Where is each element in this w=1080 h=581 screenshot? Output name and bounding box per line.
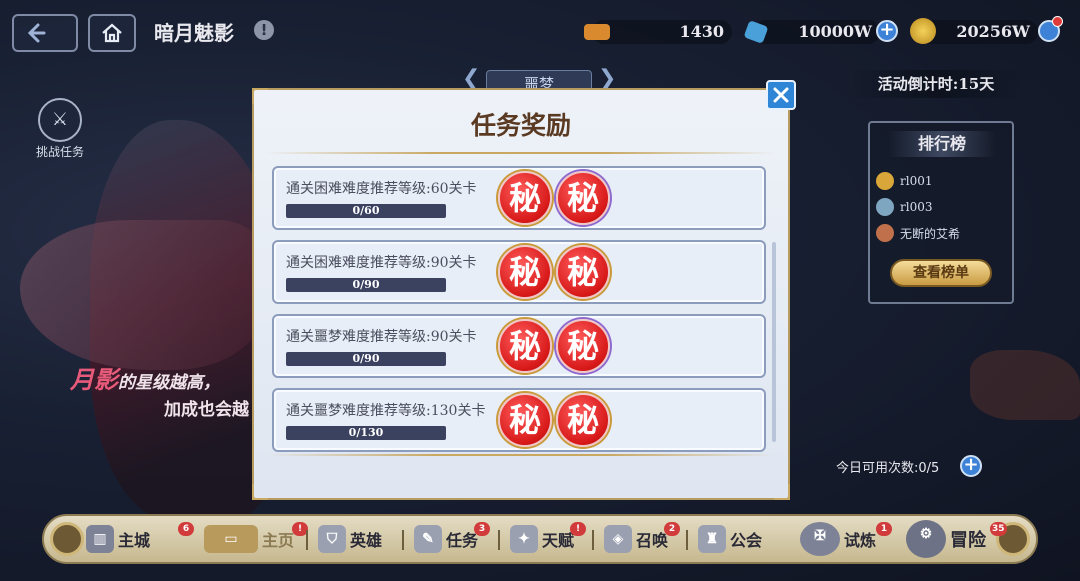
reward-item[interactable]: 秘 bbox=[556, 245, 610, 299]
reward-item[interactable]: 秘 bbox=[556, 319, 610, 373]
task-list-scrollbar[interactable] bbox=[772, 242, 776, 442]
reward-item[interactable]: 秘 bbox=[556, 393, 610, 447]
reward-item[interactable]: 秘 bbox=[498, 171, 552, 225]
task-reward-modal: 任务奖励 通关困难难度推荐等级:60关卡 0/60 秘 秘 通关困难难度推荐等级… bbox=[252, 88, 790, 500]
task-row: 通关困难难度推荐等级:90关卡 0/90 秘 秘 bbox=[272, 240, 766, 304]
task-progress-bar: 0/90 bbox=[286, 352, 446, 366]
reward-item[interactable]: 秘 bbox=[498, 245, 552, 299]
task-row: 通关困难难度推荐等级:60关卡 0/60 秘 秘 bbox=[272, 166, 766, 230]
task-description: 通关噩梦难度推荐等级:90关卡 bbox=[286, 329, 477, 345]
task-progress-bar: 0/130 bbox=[286, 426, 446, 440]
task-description: 通关困难难度推荐等级:60关卡 bbox=[286, 181, 477, 197]
task-description: 通关困难难度推荐等级:90关卡 bbox=[286, 255, 477, 271]
reward-item[interactable]: 秘 bbox=[556, 171, 610, 225]
modal-title: 任务奖励 bbox=[470, 111, 571, 140]
task-row: 通关噩梦难度推荐等级:90关卡 0/90 秘 秘 bbox=[272, 314, 766, 378]
modal-corner bbox=[252, 88, 268, 104]
task-progress-text: 0/130 bbox=[348, 426, 384, 439]
reward-item[interactable]: 秘 bbox=[498, 393, 552, 447]
task-progress-text: 0/60 bbox=[352, 204, 380, 217]
title-divider bbox=[266, 152, 776, 154]
task-progress-bar: 0/90 bbox=[286, 278, 446, 292]
close-icon bbox=[773, 87, 789, 103]
bottom-divider bbox=[266, 454, 776, 456]
task-progress-text: 0/90 bbox=[352, 352, 380, 365]
task-progress-bar: 0/60 bbox=[286, 204, 446, 218]
close-modal-button[interactable] bbox=[766, 80, 796, 110]
task-description: 通关噩梦难度推荐等级:130关卡 bbox=[286, 403, 486, 419]
task-progress-text: 0/90 bbox=[352, 278, 380, 291]
reward-item[interactable]: 秘 bbox=[498, 319, 552, 373]
task-list[interactable]: 通关困难难度推荐等级:60关卡 0/60 秘 秘 通关困难难度推荐等级:90关卡… bbox=[268, 162, 778, 454]
modal-corner bbox=[252, 484, 268, 500]
modal-corner bbox=[774, 484, 790, 500]
task-row: 通关噩梦难度推荐等级:130关卡 0/130 秘 秘 bbox=[272, 388, 766, 452]
